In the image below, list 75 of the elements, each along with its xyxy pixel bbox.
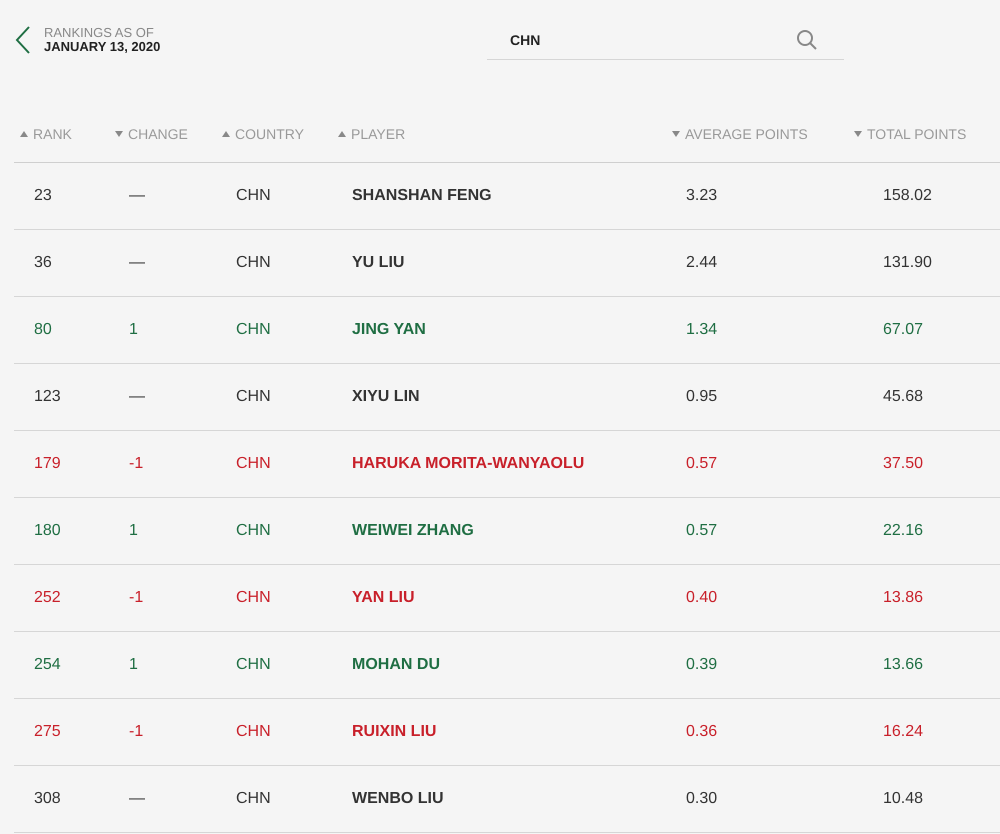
country-cell-text: CHN xyxy=(236,455,272,473)
ranking-row[interactable]: 180 1 CHN WEIWEI ZHANG 0.57 22.16 xyxy=(14,498,1000,565)
rank-cell-text: 23 xyxy=(34,187,53,205)
player-name: JING YAN xyxy=(352,321,427,339)
average-points-cell-text: 0.39 xyxy=(686,656,718,674)
change-cell-text: 1 xyxy=(129,522,139,540)
average-points-cell-text: 0.57 xyxy=(686,455,718,473)
player-name: SHANSHAN FENG xyxy=(352,187,493,205)
country-cell-text: CHN xyxy=(236,589,272,607)
ranking-row[interactable]: 80 1 CHN JING YAN 1.34 67.07 xyxy=(14,297,1000,364)
change-cell-text: — xyxy=(129,388,146,406)
rank-cell-text: 308 xyxy=(34,790,62,808)
ranking-row[interactable]: 308 — CHN WENBO LIU 0.30 10.48 xyxy=(14,766,1000,833)
total-points-cell-text: 45.68 xyxy=(882,388,924,406)
rank-cell-text: 36 xyxy=(34,254,53,272)
search-icon[interactable] xyxy=(796,29,818,51)
country-cell-text: CHN xyxy=(236,388,272,406)
total-points-cell-text: 10.48 xyxy=(882,790,924,808)
player-name: MOHAN DU xyxy=(352,656,441,674)
rankings-caption: RANKINGS AS OF xyxy=(44,26,155,40)
player-name: RUIXIN LIU xyxy=(352,723,438,741)
rank-cell-text: 254 xyxy=(34,656,62,674)
player-name: WENBO LIU xyxy=(352,790,445,808)
total-points-cell-text: 131.90 xyxy=(882,254,933,272)
average-points-cell-text: 0.36 xyxy=(686,723,718,741)
country-cell-text: CHN xyxy=(236,321,272,339)
total-points-cell-text: 13.66 xyxy=(882,656,924,674)
change-cell-text: 1 xyxy=(129,656,139,674)
player-name: XIYU LIN xyxy=(352,388,421,406)
ranking-row[interactable]: 275 -1 CHN RUIXIN LIU 0.36 16.24 xyxy=(14,699,1000,766)
change-cell-text: 1 xyxy=(129,321,139,339)
total-points-cell-text: 158.02 xyxy=(882,187,933,205)
rank-cell-text: 252 xyxy=(34,589,62,607)
player-name: HARUKA MORITA-WANYAOLU xyxy=(352,455,586,473)
player-name: YAN LIU xyxy=(352,589,416,607)
player-name: WEIWEI ZHANG xyxy=(352,522,475,540)
total-points-cell-text: 67.07 xyxy=(882,321,924,339)
average-points-cell-text: 2.44 xyxy=(686,254,718,272)
rank-cell-text: 180 xyxy=(34,522,62,540)
change-cell-text: — xyxy=(129,254,146,272)
average-points-cell-text: 0.57 xyxy=(686,522,718,540)
country-cell-text: CHN xyxy=(236,254,272,272)
change-cell-text: — xyxy=(129,187,146,205)
back-icon[interactable] xyxy=(14,25,32,55)
country-cell-text: CHN xyxy=(236,187,272,205)
rank-cell-text: 123 xyxy=(34,388,62,406)
total-points-cell-text: 37.50 xyxy=(882,455,924,473)
total-points-cell-text: 13.86 xyxy=(882,589,924,607)
total-points-cell-text: 16.24 xyxy=(882,723,924,741)
ranking-row[interactable]: 179 -1 CHN HARUKA MORITA-WANYAOLU 0.57 37.50 xyxy=(14,431,1000,498)
change-cell-text: -1 xyxy=(129,723,144,741)
country-cell-text: CHN xyxy=(236,790,272,808)
country-cell-text: CHN xyxy=(236,656,272,674)
average-points-cell-text: 0.30 xyxy=(686,790,718,808)
ranking-row[interactable]: 254 1 CHN MOHAN DU 0.39 13.66 xyxy=(14,632,1000,699)
country-cell-text: CHN xyxy=(236,522,272,540)
ranking-row[interactable]: 123 — CHN XIYU LIN 0.95 45.68 xyxy=(14,364,1000,431)
country-cell-text: CHN xyxy=(236,723,272,741)
rankings-date: JANUARY 13, 2020 xyxy=(44,40,162,54)
total-points-cell-text: 22.16 xyxy=(882,522,924,540)
player-name: YU LIU xyxy=(352,254,406,272)
ranking-row[interactable]: 23 — CHN SHANSHAN FENG 3.23 158.02 xyxy=(14,163,1000,230)
average-points-cell-text: 3.23 xyxy=(686,187,718,205)
search-field[interactable]: CHN xyxy=(487,20,844,60)
rank-cell-text: 179 xyxy=(34,455,62,473)
rank-cell-text: 275 xyxy=(34,723,62,741)
average-points-cell-text: 0.95 xyxy=(686,388,718,406)
ranking-row[interactable]: 252 -1 CHN YAN LIU 0.40 13.86 xyxy=(14,565,1000,632)
average-points-cell-text: 0.40 xyxy=(686,589,718,607)
ranking-row[interactable]: 36 — CHN YU LIU 2.44 131.90 xyxy=(14,230,1000,297)
change-cell-text: -1 xyxy=(129,589,144,607)
rank-cell-text: 80 xyxy=(34,321,53,339)
change-cell-text: -1 xyxy=(129,455,144,473)
average-points-cell-text: 1.34 xyxy=(686,321,718,339)
change-cell-text: — xyxy=(129,790,146,808)
